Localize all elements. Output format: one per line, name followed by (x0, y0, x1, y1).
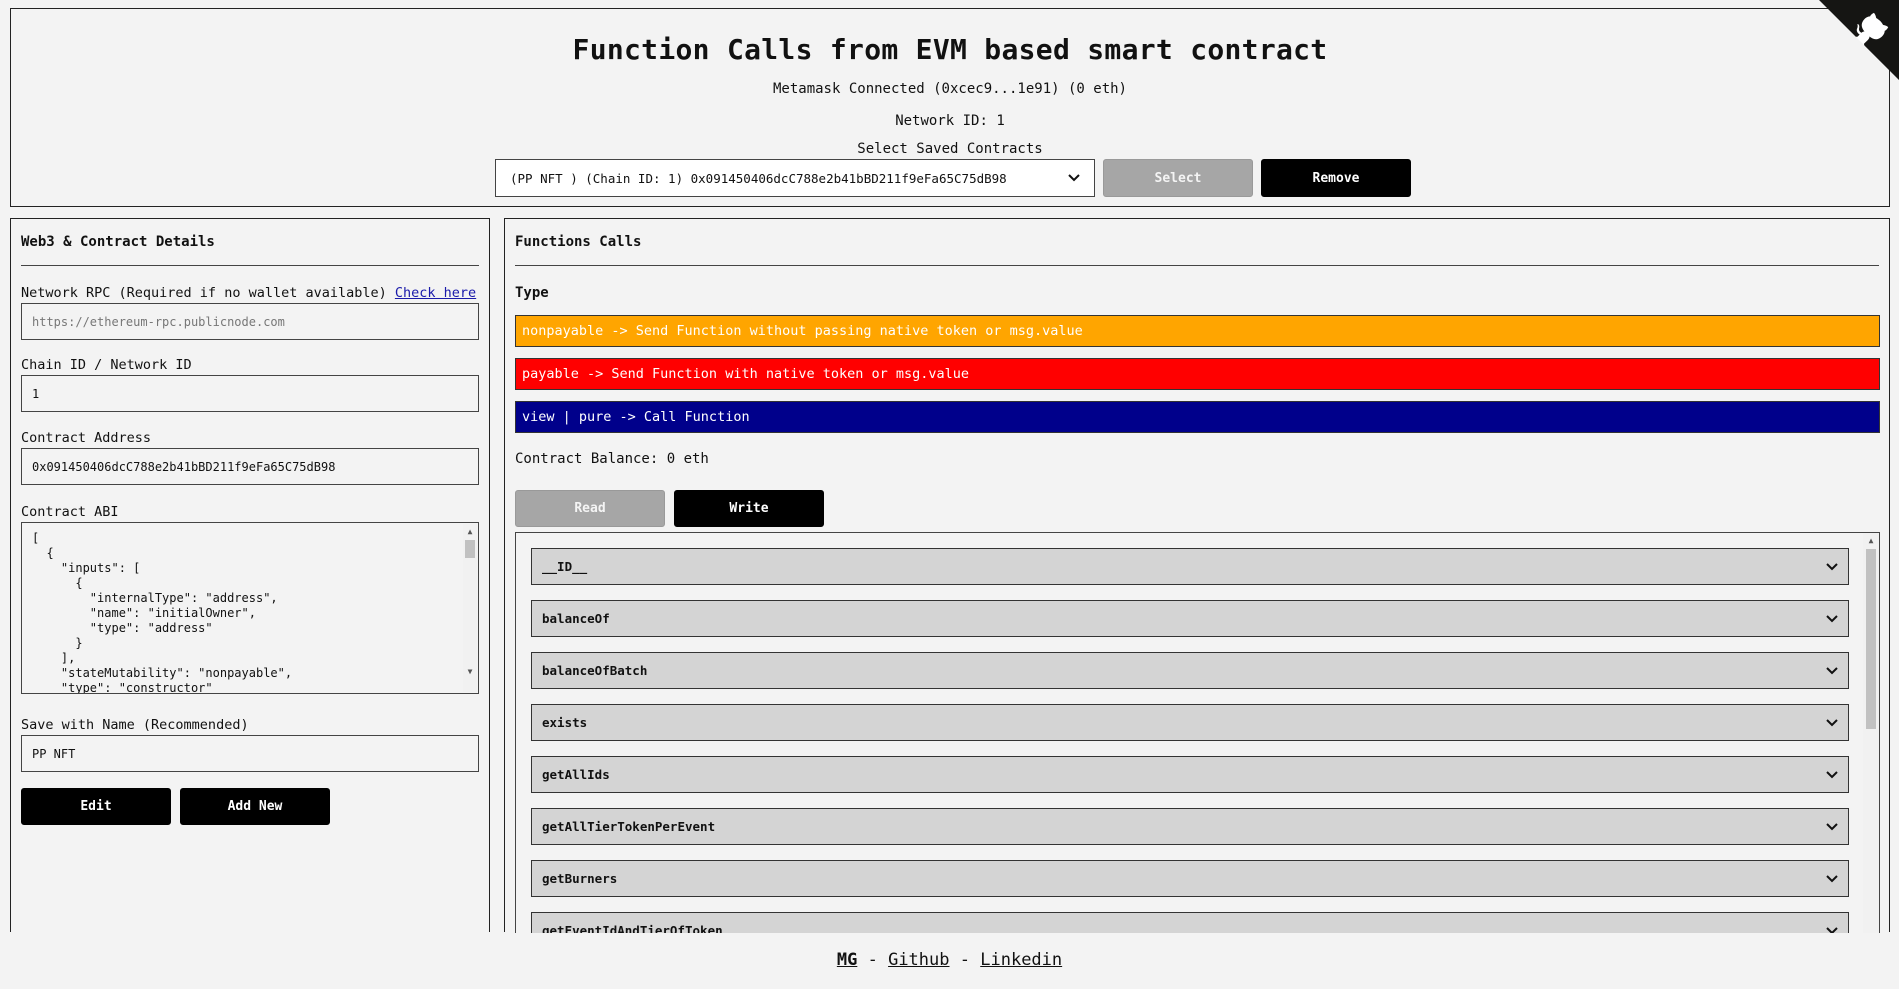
function-item[interactable]: balanceOfBatch (531, 652, 1849, 689)
chevron-down-icon[interactable] (1826, 718, 1838, 727)
selected-contract-value: (PP NFT ) (Chain ID: 1) 0x091450406dcC78… (510, 170, 1007, 186)
saved-contracts-label: Select Saved Contracts (857, 141, 1043, 157)
scroll-up-icon[interactable]: ▲ (463, 524, 477, 538)
contract-address-input[interactable]: 0x091450406dcC788e2b41bBD211f9eFa65C75dB… (21, 448, 479, 485)
contract-details-panel: Web3 & Contract Details Network RPC (Req… (10, 218, 490, 932)
saved-contracts-select[interactable]: (PP NFT ) (Chain ID: 1) 0x091450406dcC78… (495, 159, 1095, 197)
header-panel: Function Calls from EVM based smart cont… (10, 8, 1890, 207)
function-item[interactable]: getBurners (531, 860, 1849, 897)
function-name: exists (542, 715, 588, 730)
footer: MG - Github - Linkedin (0, 950, 1899, 970)
function-name: getBurners (542, 871, 618, 886)
type-payable: payable -> Send Function with native tok… (515, 358, 1880, 390)
function-list: __ID__ balanceOf balanceOfBatch exists getAl… (515, 532, 1880, 933)
function-list-scrollbar[interactable]: ▲ (1863, 533, 1879, 933)
contract-abi-label: Contract ABI (21, 504, 119, 520)
chevron-down-icon[interactable] (1826, 562, 1838, 571)
contract-abi-textarea[interactable]: [ { "inputs": [ { "internalType": "addre… (21, 522, 479, 694)
contract-balance: Contract Balance: 0 eth (515, 451, 709, 467)
scroll-thumb[interactable] (1866, 549, 1876, 729)
wallet-status: Metamask Connected (0xcec9...1e91) (0 et… (772, 81, 1127, 97)
footer-link-github[interactable]: Github (888, 950, 949, 970)
function-name: __ID__ (542, 559, 588, 574)
chevron-down-icon[interactable] (1826, 666, 1838, 675)
network-id: Network ID: 1 (895, 113, 1005, 129)
chevron-down-icon (1068, 174, 1080, 182)
chevron-down-icon[interactable] (1826, 874, 1838, 883)
abi-scrollbar[interactable]: ▲ ▼ (463, 524, 477, 692)
tab-read[interactable]: Read (515, 490, 665, 527)
rpc-input[interactable]: https://ethereum-rpc.publicnode.com (21, 303, 479, 340)
save-name-input[interactable]: PP NFT (21, 735, 479, 772)
divider (515, 265, 1879, 266)
footer-separator: - (867, 950, 878, 970)
remove-button[interactable]: Remove (1261, 159, 1411, 197)
save-name-label: Save with Name (Recommended) (21, 717, 249, 733)
function-name: getEventIdAndTierOfToken (542, 923, 723, 933)
function-item[interactable]: exists (531, 704, 1849, 741)
rpc-label-text: Network RPC (Required if no wallet avail… (21, 285, 387, 301)
function-item[interactable]: __ID__ (531, 548, 1849, 585)
type-view-pure: view | pure -> Call Function (515, 401, 1880, 433)
edit-button[interactable]: Edit (21, 788, 171, 825)
function-calls-panel: Functions Calls Type nonpayable -> Send … (504, 218, 1890, 933)
function-name: getAllTierTokenPerEvent (542, 819, 716, 834)
type-nonpayable: nonpayable -> Send Function without pass… (515, 315, 1880, 347)
add-new-button[interactable]: Add New (180, 788, 330, 825)
select-button[interactable]: Select (1103, 159, 1253, 197)
chain-id-label: Chain ID / Network ID (21, 357, 192, 373)
function-item[interactable]: getAllIds (531, 756, 1849, 793)
chevron-down-icon[interactable] (1826, 926, 1838, 934)
function-name: getAllIds (542, 767, 610, 782)
type-label: Type (515, 285, 549, 301)
function-item[interactable]: getEventIdAndTierOfToken (531, 912, 1849, 933)
abi-content: [ { "inputs": [ { "internalType": "addre… (32, 531, 293, 694)
chevron-down-icon[interactable] (1826, 770, 1838, 779)
panel-title: Web3 & Contract Details (21, 234, 215, 250)
divider (21, 265, 479, 266)
footer-link-mg[interactable]: MG (837, 950, 857, 970)
scroll-up-icon[interactable]: ▲ (1863, 533, 1879, 547)
function-item[interactable]: balanceOf (531, 600, 1849, 637)
chain-id-input[interactable]: 1 (21, 375, 479, 412)
function-name: balanceOf (542, 611, 610, 626)
contract-address-label: Contract Address (21, 430, 152, 446)
footer-link-linkedin[interactable]: Linkedin (980, 950, 1062, 970)
function-item[interactable]: getAllTierTokenPerEvent (531, 808, 1849, 845)
tab-write[interactable]: Write (674, 490, 824, 527)
chevron-down-icon[interactable] (1826, 822, 1838, 831)
scroll-thumb[interactable] (465, 540, 475, 558)
github-corner-icon[interactable] (1819, 0, 1899, 80)
scroll-down-icon[interactable]: ▼ (463, 664, 477, 678)
footer-separator: - (959, 950, 970, 970)
function-name: balanceOfBatch (542, 663, 648, 678)
page-title: Function Calls from EVM based smart cont… (572, 33, 1328, 66)
panel-title: Functions Calls (515, 234, 642, 250)
chevron-down-icon[interactable] (1826, 614, 1838, 623)
